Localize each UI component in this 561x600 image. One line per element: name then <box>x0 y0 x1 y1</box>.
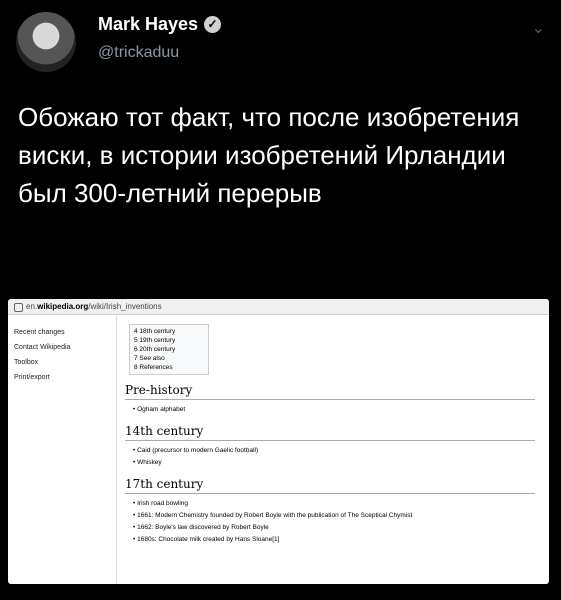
sidebar-item-contact: Contact Wikipedia <box>14 344 71 351</box>
url-domain: wikipedia.org <box>37 302 89 311</box>
avatar[interactable] <box>16 12 76 72</box>
list-item: 1662: Boyle's law discovered by Robert B… <box>133 522 549 534</box>
section-list: Ogham alphabet <box>133 404 549 416</box>
toc-item: 4 18th century <box>134 328 176 335</box>
list-item: 1680s: Chocolate milk created by Hans Sl… <box>133 534 549 546</box>
tweet-header: Mark Hayes ✓ @trickaduu ⌄ <box>0 0 561 90</box>
lock-icon <box>14 303 23 312</box>
wikipedia-screenshot: en.wikipedia.org/wiki/Irish_inventions R… <box>8 299 549 584</box>
user-name[interactable]: Mark Hayes <box>98 14 198 35</box>
sidebar-item-recent-changes: Recent changes <box>14 329 65 336</box>
chevron-down-icon[interactable]: ⌄ <box>532 18 545 38</box>
section-heading: 14th century <box>125 424 535 441</box>
section-heading: 17th century <box>125 477 535 494</box>
toc-item: 6 20th century <box>134 346 176 353</box>
wiki-content: 4 18th century 5 19th century 6 20th cen… <box>116 314 549 584</box>
tweet-text: Обожаю тот факт, что после изобретения в… <box>18 102 520 208</box>
section-list: Caid (precursor to modern Gaelic footbal… <box>133 445 549 469</box>
section-list: Irish road bowling 1661: Modern Chemistr… <box>133 498 549 546</box>
list-item: 1661: Modern Chemistry founded by Robert… <box>133 510 549 522</box>
list-item: Irish road bowling <box>133 498 549 510</box>
list-item: Ogham alphabet <box>133 404 549 416</box>
toc-item: 8 References <box>134 364 173 371</box>
user-handle[interactable]: @trickaduu <box>98 44 179 62</box>
name-row: Mark Hayes ✓ <box>98 14 222 35</box>
section-heading: Pre-history <box>125 383 535 400</box>
address-bar: en.wikipedia.org/wiki/Irish_inventions <box>8 299 549 315</box>
list-item: Whiskey <box>133 457 549 469</box>
list-item: Caid (precursor to modern Gaelic footbal… <box>133 445 549 457</box>
url-path: /wiki/Irish_inventions <box>88 302 162 311</box>
verified-badge-icon: ✓ <box>204 16 222 33</box>
sidebar-item-print: Print/export <box>14 374 50 381</box>
table-of-contents: 4 18th century 5 19th century 6 20th cen… <box>129 324 209 375</box>
wiki-sidebar: Recent changes Contact Wikipedia Toolbox… <box>14 329 114 389</box>
url-prefix: en. <box>26 302 38 311</box>
toc-item: 5 19th century <box>134 337 176 344</box>
sidebar-item-toolbox: Toolbox <box>14 359 39 366</box>
toc-item: 7 See also <box>134 355 165 362</box>
